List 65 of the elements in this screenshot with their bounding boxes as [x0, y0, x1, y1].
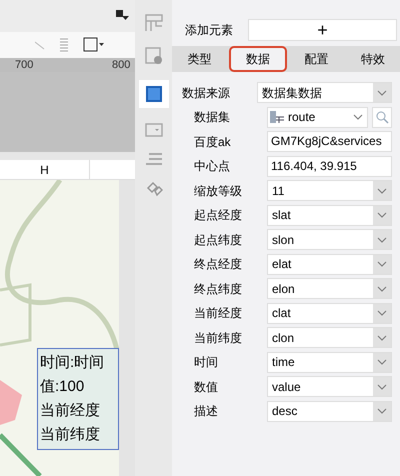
border-icon[interactable]: [83, 37, 105, 53]
square-icon: [144, 85, 162, 103]
field-label: 百度ak: [193, 134, 232, 150]
ruler-label: 700: [15, 58, 34, 72]
field-label: 缩放等级: [193, 182, 243, 200]
select-field[interactable]: 11: [267, 180, 392, 201]
chevron-icon: [377, 359, 387, 365]
chevron-icon: [377, 236, 387, 242]
map-marker-shape: [0, 380, 22, 425]
route-line: [0, 433, 42, 476]
chevron-icon: [377, 408, 387, 414]
ruler-label: 800: [112, 58, 130, 72]
chevron-icon: [377, 261, 387, 267]
corner-dropdown-icon[interactable]: [116, 10, 130, 22]
field-label: 数值: [193, 378, 219, 396]
add-element-button[interactable]: +: [248, 19, 397, 41]
select-field[interactable]: desc: [267, 400, 392, 422]
tooltip-line: 值:100: [40, 377, 86, 397]
field-label: 当前经度: [193, 305, 243, 322]
field-label: 数据来源: [182, 84, 231, 102]
search-button[interactable]: [372, 106, 392, 128]
field-label: 当前纬度: [193, 330, 243, 346]
select-field[interactable]: time: [267, 352, 392, 372]
field-label: 终点经度: [193, 256, 243, 273]
list-icon[interactable]: [144, 152, 162, 166]
add-element-label: 添加元素: [185, 22, 234, 39]
table-icon: [270, 111, 284, 123]
tooltip-line: 当前纬度: [40, 425, 101, 445]
select-field[interactable]: clon: [267, 327, 392, 348]
tooltip-line: 时间:时间: [40, 353, 106, 373]
select-field[interactable]: clat: [267, 302, 392, 324]
select-field[interactable]: slat: [267, 204, 392, 226]
dataset-select[interactable]: route: [267, 106, 368, 128]
chevron-icon: [377, 286, 387, 292]
column-header: H: [0, 160, 90, 179]
chevron-icon: [377, 188, 387, 194]
text-field[interactable]: GM7Kg8jC&services: [267, 131, 392, 152]
field-label: 起点经度: [193, 207, 243, 224]
select-field[interactable]: 数据集数据: [257, 82, 392, 103]
text-field[interactable]: 116.404, 39.915: [267, 156, 392, 176]
select-field[interactable]: elat: [267, 254, 392, 274]
field-label: 终点纬度: [193, 280, 243, 298]
layout-icon[interactable]: [144, 14, 162, 32]
window-icon[interactable]: [144, 123, 162, 137]
chevron-icon: [377, 384, 387, 390]
field-label: 中心点: [193, 158, 231, 175]
chevron-icon: [377, 334, 387, 340]
link-icon[interactable]: [144, 181, 162, 199]
select-field[interactable]: elon: [267, 278, 392, 299]
select-field[interactable]: slon: [267, 229, 392, 250]
tooltip-line: 当前经度: [40, 401, 101, 421]
component-tab-active[interactable]: [138, 80, 168, 108]
field-label: 起点纬度: [193, 232, 243, 248]
chevron-icon: [377, 212, 387, 218]
align-icon[interactable]: [59, 38, 69, 52]
tab[interactable]: 数据: [228, 46, 287, 72]
search-icon: [376, 110, 388, 124]
chevron-icon: [377, 310, 387, 316]
field-label: 时间: [193, 354, 219, 371]
field-label: 描述: [193, 403, 219, 420]
select-field[interactable]: value: [267, 376, 392, 397]
line-tool-icon[interactable]: [35, 40, 45, 50]
chevron-icon: [353, 114, 363, 120]
field-label: 数据集: [193, 109, 231, 126]
chevron-icon: [377, 90, 387, 96]
